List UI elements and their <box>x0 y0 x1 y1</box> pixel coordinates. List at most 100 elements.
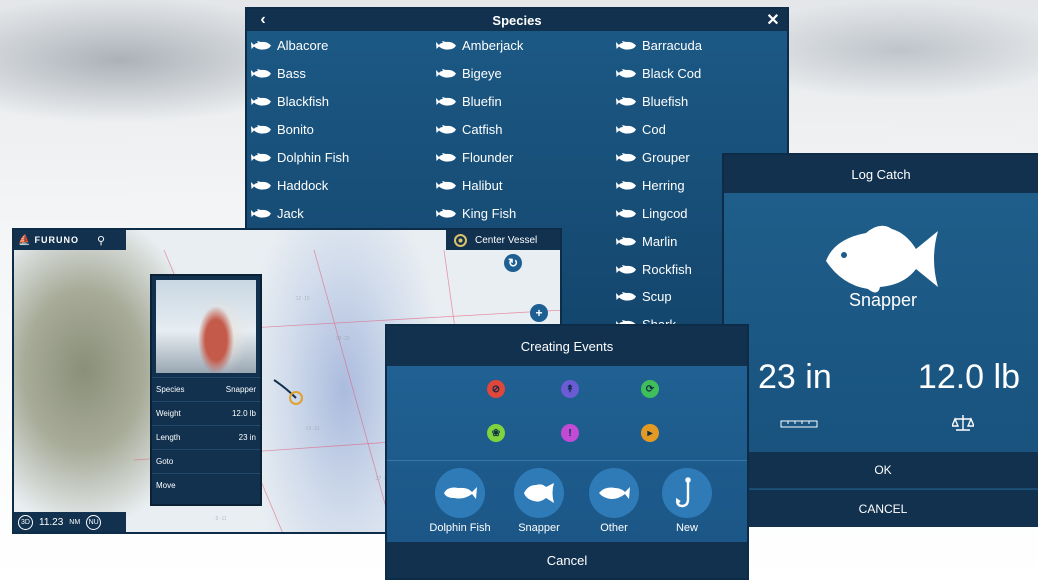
catch-card-value: 23 in <box>238 433 256 442</box>
species-item[interactable]: Jack <box>247 199 430 227</box>
fish-icon <box>436 125 456 134</box>
ruler-icon <box>780 420 818 428</box>
brand-logo: FURUNO <box>34 235 79 245</box>
ok-button[interactable]: OK <box>724 452 1038 489</box>
species-item[interactable]: Bluefish <box>613 88 787 116</box>
species-label: Halibut <box>462 177 503 193</box>
catch-card-row: Weight 12.0 lb <box>152 401 260 425</box>
species-label: Amberjack <box>462 38 524 54</box>
species-label: King Fish <box>462 205 517 221</box>
species-item[interactable]: Catfish <box>430 116 613 144</box>
catch-card-label: Length <box>156 433 181 442</box>
location-pin-icon[interactable]: ⚲ <box>97 234 105 247</box>
catch-info-card: Species Snapper Weight 12.0 lb Length 23 in Go… <box>150 274 262 506</box>
catch-length[interactable]: 23 in <box>758 358 832 397</box>
species-titlebar: ‹ Species ✕ <box>247 9 787 31</box>
fish-icon <box>616 292 636 302</box>
species-item[interactable]: Blackfish <box>247 88 430 116</box>
fish-icon <box>616 125 636 134</box>
fish-icon <box>616 236 636 246</box>
catch-card-row[interactable]: Move <box>152 473 260 497</box>
catch-card-label: Goto <box>156 457 174 466</box>
fish-icon <box>436 208 456 218</box>
species-item[interactable]: Bass <box>247 60 430 88</box>
range-unit: NM <box>69 518 81 526</box>
plotter-status-bar: 3D 11.23 NM NU <box>14 512 126 532</box>
species-item[interactable]: Cod <box>613 116 787 144</box>
north-up-toggle[interactable]: NU <box>86 514 102 530</box>
cancel-button[interactable]: Cancel <box>387 542 747 578</box>
species-item[interactable]: Flounder <box>430 144 613 172</box>
fish-icon <box>616 264 636 274</box>
catch-card-label: Move <box>156 481 176 490</box>
species-item[interactable]: King Fish <box>430 199 613 227</box>
species-title: Species <box>492 12 542 28</box>
fish-icon <box>251 97 271 106</box>
species-item[interactable]: Halibut <box>430 171 613 199</box>
species-item[interactable]: Bonito <box>247 116 430 144</box>
species-item[interactable]: Black Cod <box>613 60 787 88</box>
species-label: Bonito <box>277 122 314 138</box>
range-value: 11.23 <box>39 516 64 528</box>
fish-icon <box>436 97 456 106</box>
center-vessel-button[interactable]: Center Vessel <box>446 230 560 250</box>
fish-icon <box>251 69 271 78</box>
snapper-button[interactable]: Snapper <box>504 468 574 534</box>
catch-card-value: 12.0 lb <box>231 409 256 418</box>
event-marker-icon[interactable]: ⟳ <box>641 380 659 398</box>
event-marker-icon[interactable]: ▸ <box>641 424 659 442</box>
fish-icon <box>436 180 456 190</box>
event-marker-icon[interactable]: ❀ <box>487 424 505 442</box>
species-label: Rockfish <box>642 261 692 277</box>
fish-icon <box>251 208 271 218</box>
species-label: Flounder <box>462 150 514 165</box>
target-icon <box>454 233 467 247</box>
species-item[interactable]: Barracuda <box>613 32 787 60</box>
catch-species-name: Snapper <box>848 290 918 310</box>
hook-icon <box>662 468 712 518</box>
close-icon[interactable]: ✕ <box>761 9 785 31</box>
dolphin-fish-label: Dolphin Fish <box>429 522 491 534</box>
event-marker-icon[interactable]: ↟ <box>561 380 579 398</box>
catch-card-value: Snapper <box>225 385 256 394</box>
zoom-in-icon[interactable]: + <box>530 304 548 322</box>
event-marker-icon[interactable]: ⊘ <box>487 380 505 398</box>
species-label: Blackfish <box>277 94 330 110</box>
species-label: Albacore <box>277 38 329 54</box>
species-label: Jack <box>277 205 304 221</box>
species-label: Grouper <box>642 150 690 165</box>
species-item[interactable]: Albacore <box>247 32 430 60</box>
fish-icon <box>251 125 271 134</box>
fish-icon <box>251 41 271 50</box>
catch-card-row: Species Snapper <box>152 377 260 401</box>
cancel-button[interactable]: CANCEL <box>724 490 1038 527</box>
catch-weight[interactable]: 12.0 lb <box>918 358 1020 397</box>
snapper-label: Snapper <box>518 522 560 534</box>
event-marker-icon[interactable]: ! <box>561 424 579 442</box>
other-label: Other <box>600 522 628 534</box>
species-item[interactable]: Haddock <box>247 171 430 199</box>
species-item[interactable]: Dolphin Fish <box>247 144 430 172</box>
catch-card-row[interactable]: Goto <box>152 449 260 473</box>
snapper-icon <box>514 468 564 518</box>
plotter-brand-bar: ⛵ FURUNO ⚲ <box>14 230 126 250</box>
fish-icon <box>436 41 456 50</box>
new-button[interactable]: New <box>652 468 722 534</box>
species-label: Bass <box>277 66 306 82</box>
species-item[interactable]: Bigeye <box>430 60 613 88</box>
species-label: Catfish <box>462 122 503 138</box>
species-label: Black Cod <box>642 66 702 82</box>
species-item[interactable]: Bluefin <box>430 88 613 116</box>
snapper-icon <box>826 225 938 293</box>
dolphin-fish-button[interactable]: Dolphin Fish <box>425 468 495 534</box>
center-vessel-label: Center Vessel <box>475 234 538 246</box>
fish-icon <box>436 69 456 78</box>
species-label: Bigeye <box>462 66 502 82</box>
rotate-icon[interactable]: ↻ <box>504 254 522 272</box>
fish-icon <box>436 153 456 162</box>
chevron-left-icon[interactable]: ‹ <box>251 9 275 31</box>
species-item[interactable]: Amberjack <box>430 32 613 60</box>
3d-toggle[interactable]: 3D <box>18 514 33 530</box>
species-label: Bluefish <box>642 94 689 110</box>
other-button[interactable]: Other <box>579 468 649 534</box>
